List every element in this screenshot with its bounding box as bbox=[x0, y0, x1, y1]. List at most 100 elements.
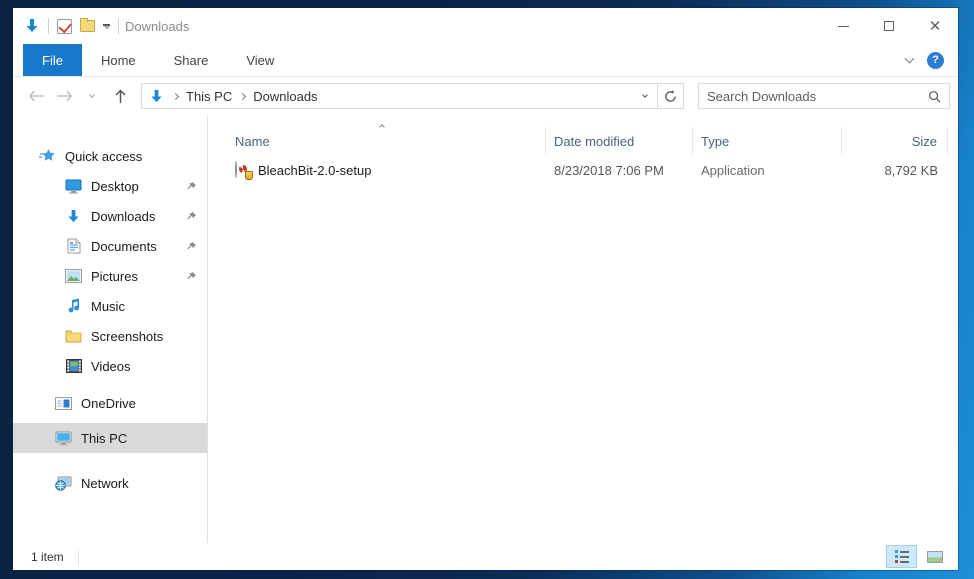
file-row[interactable]: BleachBit-2.0-setup 8/23/2018 7:06 PM Ap… bbox=[208, 155, 958, 185]
file-type: Application bbox=[693, 163, 842, 178]
sidebar-item-label: Screenshots bbox=[91, 329, 163, 344]
column-header-date-modified[interactable]: Date modified bbox=[546, 127, 693, 155]
breadcrumb: This PC Downloads bbox=[148, 88, 633, 105]
column-header-size[interactable]: Size bbox=[842, 127, 948, 155]
quick-access-star-icon bbox=[39, 148, 56, 165]
back-button[interactable] bbox=[25, 85, 47, 107]
close-icon: ✕ bbox=[929, 19, 942, 34]
onedrive-icon bbox=[55, 395, 72, 412]
column-headers: Name Date modified Type Size bbox=[208, 115, 958, 155]
sidebar-item-music[interactable]: Music bbox=[13, 291, 207, 321]
documents-icon bbox=[65, 238, 82, 255]
minimize-icon bbox=[838, 26, 849, 27]
file-explorer-window: Downloads ✕ File Home Share View ? bbox=[13, 8, 958, 570]
maximize-icon bbox=[884, 21, 894, 31]
tab-home[interactable]: Home bbox=[82, 44, 155, 76]
column-header-name[interactable]: Name bbox=[208, 127, 546, 155]
content-area: Quick access Desktop Downloads bbox=[13, 115, 958, 543]
properties-checkbox-icon[interactable] bbox=[57, 19, 72, 34]
videos-film-icon bbox=[65, 358, 82, 375]
sidebar-item-documents[interactable]: Documents bbox=[13, 231, 207, 261]
breadcrumb-item-this-pc[interactable]: This PC bbox=[186, 89, 232, 104]
sidebar-item-onedrive[interactable]: OneDrive bbox=[13, 388, 207, 418]
tab-file[interactable]: File bbox=[23, 44, 82, 76]
pin-icon bbox=[186, 211, 197, 222]
qat-separator bbox=[48, 18, 49, 34]
new-folder-icon[interactable] bbox=[80, 20, 95, 32]
folder-icon bbox=[65, 328, 82, 345]
sidebar-item-label: Downloads bbox=[91, 209, 155, 224]
recent-locations-dropdown[interactable] bbox=[81, 85, 103, 107]
help-icon[interactable]: ? bbox=[927, 52, 944, 69]
sidebar-item-label: Videos bbox=[91, 359, 131, 374]
title-bar: Downloads ✕ bbox=[13, 8, 958, 44]
sidebar-item-downloads[interactable]: Downloads bbox=[13, 201, 207, 231]
file-list-pane: Name Date modified Type Size BleachBit-2… bbox=[208, 115, 958, 543]
downloads-folder-icon bbox=[148, 88, 165, 105]
view-toggle-group bbox=[886, 545, 954, 568]
pin-icon bbox=[186, 271, 197, 282]
column-header-type[interactable]: Type bbox=[693, 127, 842, 155]
details-view-icon bbox=[895, 550, 909, 563]
sidebar-item-pictures[interactable]: Pictures bbox=[13, 261, 207, 291]
window-controls: ✕ bbox=[820, 8, 958, 44]
collapse-ribbon-chevron-icon[interactable] bbox=[905, 54, 915, 64]
file-name-cell[interactable]: BleachBit-2.0-setup bbox=[208, 162, 546, 178]
desktop-icon bbox=[65, 178, 82, 195]
music-note-icon bbox=[65, 298, 82, 315]
file-name: BleachBit-2.0-setup bbox=[258, 163, 371, 178]
status-bar: 1 item bbox=[13, 543, 958, 570]
application-installer-icon bbox=[235, 162, 251, 178]
address-bar-controls bbox=[633, 84, 683, 108]
ribbon-right-controls: ? bbox=[906, 44, 958, 76]
breadcrumb-item-downloads[interactable]: Downloads bbox=[253, 89, 317, 104]
sidebar-item-label: This PC bbox=[81, 431, 127, 446]
sidebar-item-this-pc[interactable]: This PC bbox=[13, 423, 207, 453]
sidebar-item-network[interactable]: Network bbox=[13, 468, 207, 498]
maximize-button[interactable] bbox=[866, 8, 912, 44]
sidebar-item-quick-access[interactable]: Quick access bbox=[13, 141, 207, 171]
sidebar-item-label: Desktop bbox=[91, 179, 139, 194]
downloads-folder-icon bbox=[65, 208, 82, 225]
sidebar-item-label: Documents bbox=[91, 239, 157, 254]
sidebar-item-label: Network bbox=[81, 476, 129, 491]
network-icon bbox=[55, 475, 72, 492]
sort-ascending-icon[interactable] bbox=[380, 117, 384, 132]
tab-share[interactable]: Share bbox=[155, 44, 228, 76]
sidebar-item-desktop[interactable]: Desktop bbox=[13, 171, 207, 201]
file-date-modified: 8/23/2018 7:06 PM bbox=[546, 163, 693, 178]
navigation-pane: Quick access Desktop Downloads bbox=[13, 115, 208, 543]
sidebar-item-screenshots[interactable]: Screenshots bbox=[13, 321, 207, 351]
sidebar-item-videos[interactable]: Videos bbox=[13, 351, 207, 381]
quick-access-toolbar bbox=[23, 18, 119, 35]
item-count: 1 item bbox=[31, 550, 64, 564]
sidebar-item-label: Quick access bbox=[65, 149, 142, 164]
large-icons-view-button[interactable] bbox=[919, 545, 950, 568]
breadcrumb-chevron-icon[interactable] bbox=[239, 92, 246, 99]
forward-button[interactable] bbox=[53, 85, 75, 107]
qat-separator bbox=[118, 18, 119, 34]
address-bar[interactable]: This PC Downloads bbox=[141, 83, 684, 109]
file-size: 8,792 KB bbox=[842, 163, 948, 178]
this-pc-monitor-icon bbox=[55, 430, 72, 447]
up-button[interactable] bbox=[109, 85, 131, 107]
close-button[interactable]: ✕ bbox=[912, 8, 958, 44]
ribbon-tab-bar: File Home Share View ? bbox=[13, 44, 958, 77]
desktop: { "window": { "title": "Downloads" }, "t… bbox=[0, 0, 974, 579]
sidebar-item-label: Pictures bbox=[91, 269, 138, 284]
address-dropdown-chevron-icon[interactable] bbox=[633, 84, 657, 108]
customize-qat-dropdown[interactable] bbox=[103, 24, 110, 28]
details-view-button[interactable] bbox=[886, 545, 917, 568]
tab-view[interactable]: View bbox=[227, 44, 293, 76]
navigation-bar: This PC Downloads Search Downloads bbox=[13, 77, 958, 115]
sidebar-item-label: Music bbox=[91, 299, 125, 314]
sidebar-item-label: OneDrive bbox=[81, 396, 136, 411]
search-placeholder: Search Downloads bbox=[707, 89, 928, 104]
refresh-icon[interactable] bbox=[657, 84, 683, 108]
minimize-button[interactable] bbox=[820, 8, 866, 44]
search-input[interactable]: Search Downloads bbox=[698, 83, 950, 109]
pin-icon bbox=[186, 181, 197, 192]
search-icon bbox=[928, 90, 941, 103]
breadcrumb-chevron-icon[interactable] bbox=[172, 92, 179, 99]
pin-icon bbox=[186, 241, 197, 252]
